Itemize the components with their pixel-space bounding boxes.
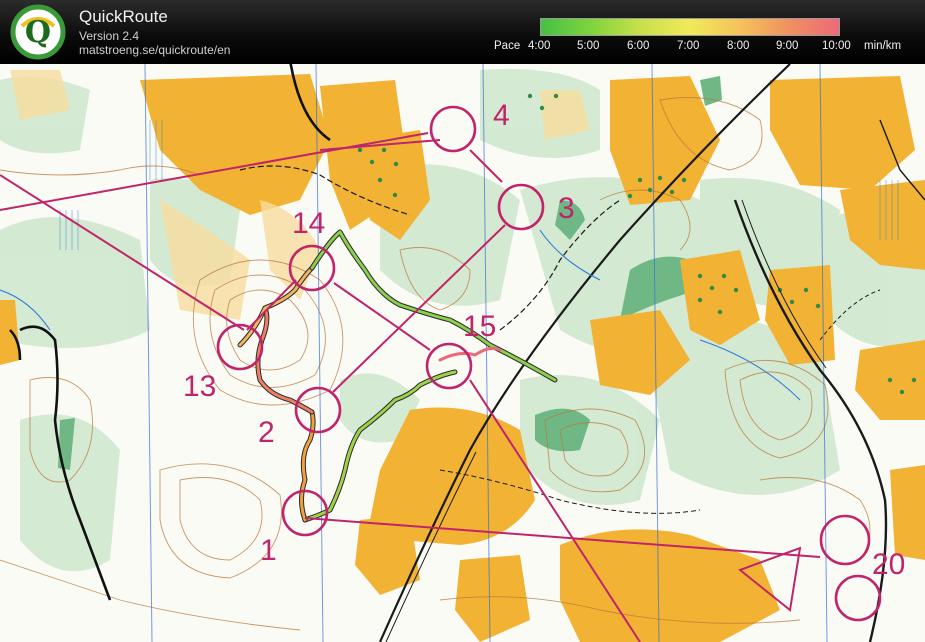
pace-tick-4: 4:00 bbox=[528, 40, 551, 52]
app-title: QuickRoute bbox=[79, 7, 168, 26]
control-4-label: 4 bbox=[493, 99, 510, 132]
logo-letter: Q bbox=[25, 15, 51, 50]
pace-tick-9: 9:00 bbox=[776, 40, 799, 52]
control-1-label: 1 bbox=[260, 534, 277, 567]
quickroute-window: Q QuickRoute Version 2.4 matstroeng.se/q… bbox=[0, 0, 925, 642]
app-header: Q QuickRoute Version 2.4 matstroeng.se/q… bbox=[0, 0, 925, 64]
pace-tick-10: 10:00 bbox=[822, 40, 851, 52]
pace-color-scale bbox=[540, 18, 840, 36]
app-url[interactable]: matstroeng.se/quickroute/en bbox=[79, 43, 230, 57]
pace-tick-5: 5:00 bbox=[577, 40, 600, 52]
control-20-label: 20 bbox=[872, 548, 905, 581]
quickroute-logo-icon: Q bbox=[10, 4, 66, 60]
pace-unit: min/km bbox=[864, 40, 902, 52]
control-14-label: 14 bbox=[292, 207, 325, 240]
control-13-label: 13 bbox=[183, 370, 216, 403]
pace-tick-8: 8:00 bbox=[727, 40, 750, 52]
control-2-label: 2 bbox=[258, 416, 275, 449]
pace-tick-7: 7:00 bbox=[677, 40, 700, 52]
control-3-label: 3 bbox=[558, 192, 575, 225]
app-version: Version 2.4 bbox=[79, 29, 140, 43]
pace-tick-6: 6:00 bbox=[627, 40, 650, 52]
orienteering-map[interactable]: 1 2 3 4 13 14 15 20 bbox=[0, 64, 925, 642]
control-15-label: 15 bbox=[463, 310, 496, 343]
pace-label: Pace bbox=[494, 40, 521, 52]
